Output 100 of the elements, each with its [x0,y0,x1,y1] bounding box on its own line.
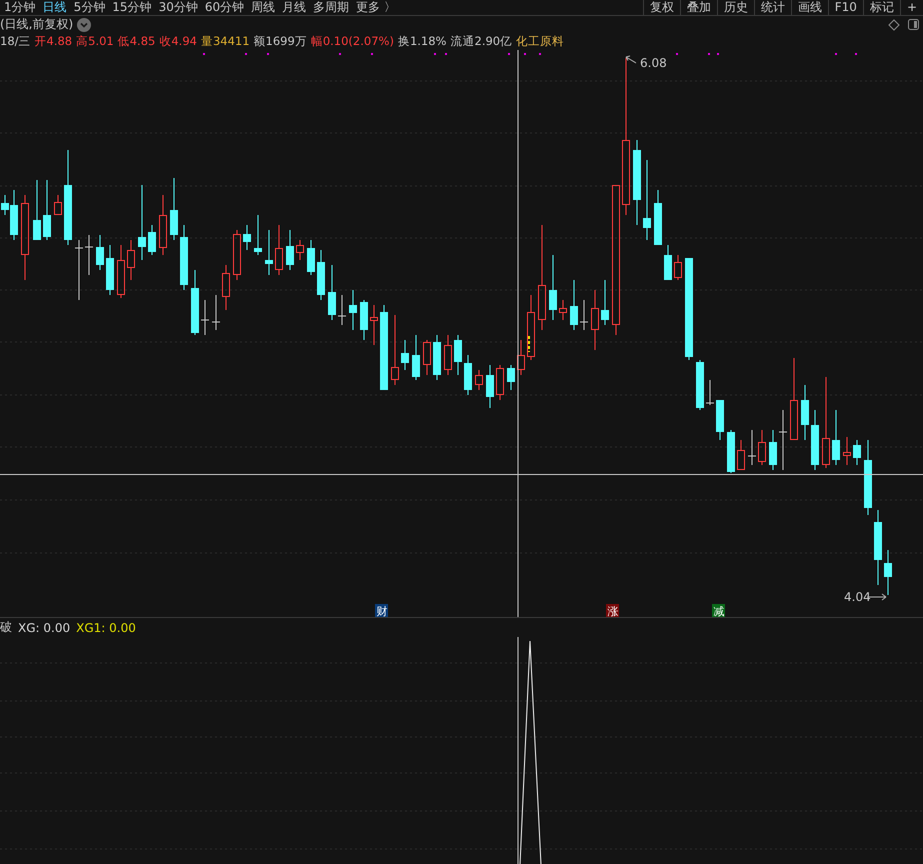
candlestick [412,334,420,380]
candlestick [674,254,682,280]
event-badge[interactable]: 财 [375,604,388,617]
candlestick [222,264,230,310]
quote-value: 额1699万 [254,34,307,49]
toolbar-button[interactable]: 标记 [862,0,900,15]
candlestick [778,410,788,470]
quote-value: 量34411 [200,34,250,49]
indicator-name: 破 [0,619,12,636]
candlestick [191,270,199,336]
toolbar-button[interactable]: 叠加 [680,0,717,15]
candlestick [254,214,262,256]
candlestick [243,224,251,250]
candlestick [570,280,578,330]
period-tab[interactable]: 月线 [282,1,306,14]
candlestick [706,380,714,406]
period-tab[interactable]: 60分钟 [204,1,244,14]
quote-value: 流通2.90亿 [450,34,512,49]
quote-value: 低4.85 [118,34,156,49]
candlestick [475,370,483,390]
candlestick [328,264,336,320]
period-tab[interactable]: 更多 〉 [356,1,396,14]
toolbar-button[interactable]: 历史 [716,0,754,15]
candlestick [444,334,452,376]
toolbar-button[interactable]: 复权 [642,0,680,15]
candlestick [464,354,472,396]
candlestick [96,234,104,270]
toolbar-button[interactable]: 统计 [754,0,791,15]
panel-icon[interactable] [908,19,919,30]
quote-value: 幅0.10(2.07%) [310,34,394,49]
candlestick [265,230,273,276]
candlestick [233,230,241,280]
candlestick [148,224,156,256]
candlestick [349,290,357,330]
candlestick [716,400,724,440]
toolbar-button[interactable]: + [900,0,923,15]
candlestick [832,410,840,466]
candlestick [43,180,51,240]
chevron-down-icon[interactable] [77,18,92,32]
candlestick [317,250,325,300]
quote-value: 18/三 [0,34,31,49]
candlestick [401,340,409,370]
toolbar-button[interactable]: 画线 [790,0,828,15]
quote-value: 开4.88 [34,34,72,49]
candlestick [696,360,704,410]
event-badge[interactable]: 涨 [606,604,619,617]
candlestick [843,436,851,466]
quote-value: 换1.18% [398,34,446,49]
candlestick [180,224,188,290]
candlestick [601,280,609,326]
candlestick [360,300,368,340]
candlestick [33,180,41,240]
candlestick [591,290,599,350]
candlestick [737,440,745,470]
candlestick [507,364,515,390]
candlestick [527,294,535,360]
period-tab[interactable]: 5分钟 [74,1,106,14]
quote-value: 收4.94 [159,34,197,49]
diamond-icon[interactable] [888,18,900,30]
candlestick [454,334,462,376]
period-tab[interactable]: 30分钟 [158,1,198,14]
period-tab[interactable]: 多周期 [313,1,350,14]
chart-title: (日线,前复权) [0,16,74,33]
period-tab[interactable]: 周线 [251,1,276,14]
candlestick [727,430,735,474]
candlestick [549,254,557,320]
candlestick [433,334,441,380]
indicator-value: XG1: 0.00 [76,620,136,634]
candlestick [370,304,378,346]
candlestick [664,244,672,280]
event-badge[interactable]: 减 [712,604,725,617]
toolbar-button[interactable]: F10 [828,0,863,15]
period-tab[interactable]: 1分钟 [4,1,36,14]
candlestick [127,240,135,280]
candlestick [296,240,304,260]
candlestick [391,314,399,386]
candlestick [486,364,494,408]
candlestick [884,550,892,596]
candlestick [275,224,283,276]
candlestick [54,194,62,216]
period-tab[interactable]: 15分钟 [112,1,152,14]
period-tab[interactable]: 日线 [42,1,67,14]
candlestick [811,410,819,470]
candlestick [159,194,167,256]
high-price-label: 6.08 [640,56,667,70]
candlestick [200,300,210,336]
candlestick [338,294,346,326]
candlestick [853,440,861,466]
candlestick [748,430,756,466]
candlestick [758,430,766,466]
candlestick [517,340,525,376]
quote-value: 高5.01 [76,34,114,49]
candlestick [654,190,662,246]
sector-label: 化工原料 [516,34,564,49]
leader-line [626,56,636,64]
candlestick [559,300,567,320]
candlestick [170,178,178,240]
candlestick [212,294,220,330]
candlestick [801,384,809,440]
indicator-value: XG: 0.00 [18,620,70,634]
